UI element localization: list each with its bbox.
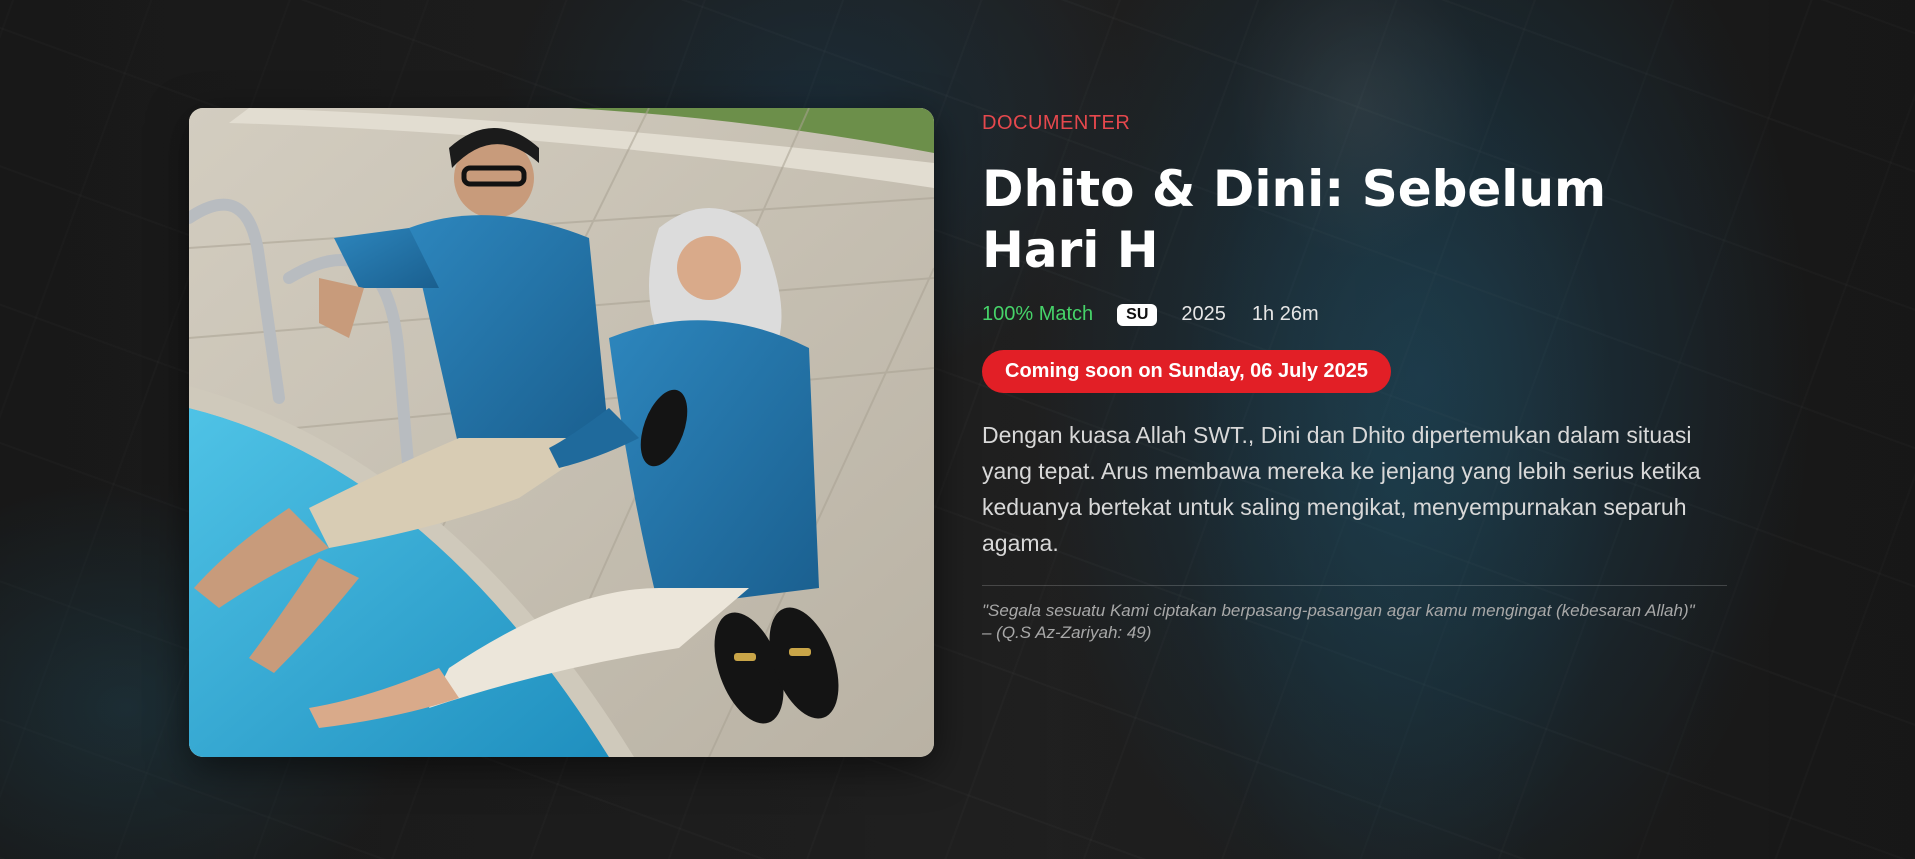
rating-badge: SU	[1117, 303, 1158, 326]
hero-section: DOCUMENTER Dhito & Dini: Sebelum Hari H …	[0, 0, 1915, 859]
category-label: DOCUMENTER	[982, 112, 1131, 134]
quote-source: – (Q.S Az-Zariyah: 49)	[982, 623, 1152, 642]
description: Dengan kuasa Allah SWT., Dini dan Dhito …	[982, 422, 1701, 556]
meta-row: 100% Match SU 2025 1h 26m	[982, 303, 1730, 326]
release-year: 2025	[1181, 303, 1226, 325]
quote: "Segala sesuatu Kami ciptakan berpasang-…	[982, 600, 1730, 644]
match-score: 100% Match	[982, 303, 1094, 325]
show-title: Dhito & Dini: Sebelum Hari H	[982, 160, 1607, 279]
poster-image	[189, 108, 934, 757]
poster-illustration	[189, 108, 934, 757]
quote-text: "Segala sesuatu Kami ciptakan berpasang-…	[982, 601, 1695, 620]
duration: 1h 26m	[1251, 303, 1319, 325]
divider	[982, 585, 1727, 586]
coming-soon-badge: Coming soon on Sunday, 06 July 2025	[982, 350, 1392, 393]
show-info: DOCUMENTER Dhito & Dini: Sebelum Hari H …	[982, 108, 1730, 644]
